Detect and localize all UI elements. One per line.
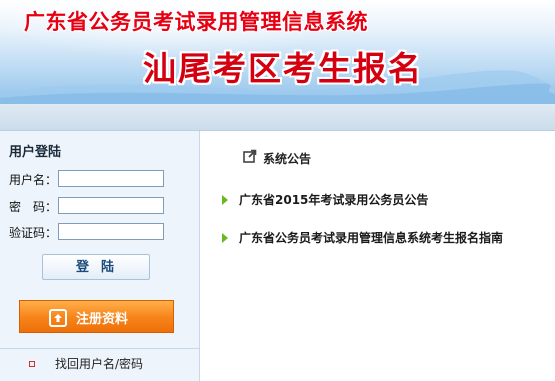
news-item[interactable]: 广东省公务员考试录用管理信息系统考生报名指南	[222, 229, 503, 246]
login-heading: 用户登陆	[9, 145, 62, 160]
username-label: 用户名：	[9, 173, 58, 187]
notice-heading-text: 系统公告	[263, 152, 312, 166]
captcha-label: 验证码：	[9, 226, 58, 240]
register-button[interactable]: 注册资料	[19, 300, 174, 333]
username-input[interactable]	[58, 170, 164, 187]
upload-arrow-icon	[49, 309, 67, 327]
password-label: 密 码：	[9, 200, 58, 214]
news-item-title[interactable]: 广东省2015年考试录用公务员公告	[239, 193, 428, 207]
login-panel: 用户登陆 用户名： 密 码： 验证码： 登陆 注册资料 找回用户名/密码	[0, 131, 200, 381]
square-bullet-icon	[29, 361, 35, 367]
password-input[interactable]	[58, 197, 164, 214]
captcha-input[interactable]	[58, 223, 164, 240]
green-triangle-icon	[222, 194, 228, 205]
green-triangle-icon	[222, 232, 228, 243]
find-account-link[interactable]: 找回用户名/密码	[0, 349, 199, 381]
header-banner: 广东省公务员考试录用管理信息系统 汕尾考区考生报名	[0, 0, 555, 104]
news-item-title[interactable]: 广东省公务员考试录用管理信息系统考生报名指南	[239, 231, 503, 245]
find-account-label: 找回用户名/密码	[55, 357, 144, 371]
register-label: 注册资料	[76, 312, 129, 327]
login-button[interactable]: 登陆	[42, 254, 150, 280]
system-title: 广东省公务员考试录用管理信息系统	[24, 10, 368, 34]
news-item[interactable]: 广东省2015年考试录用公务员公告	[222, 191, 428, 208]
notice-heading: 系统公告	[243, 150, 311, 167]
nav-stripe	[0, 104, 555, 131]
region-title: 汕尾考区考生报名	[143, 49, 423, 88]
